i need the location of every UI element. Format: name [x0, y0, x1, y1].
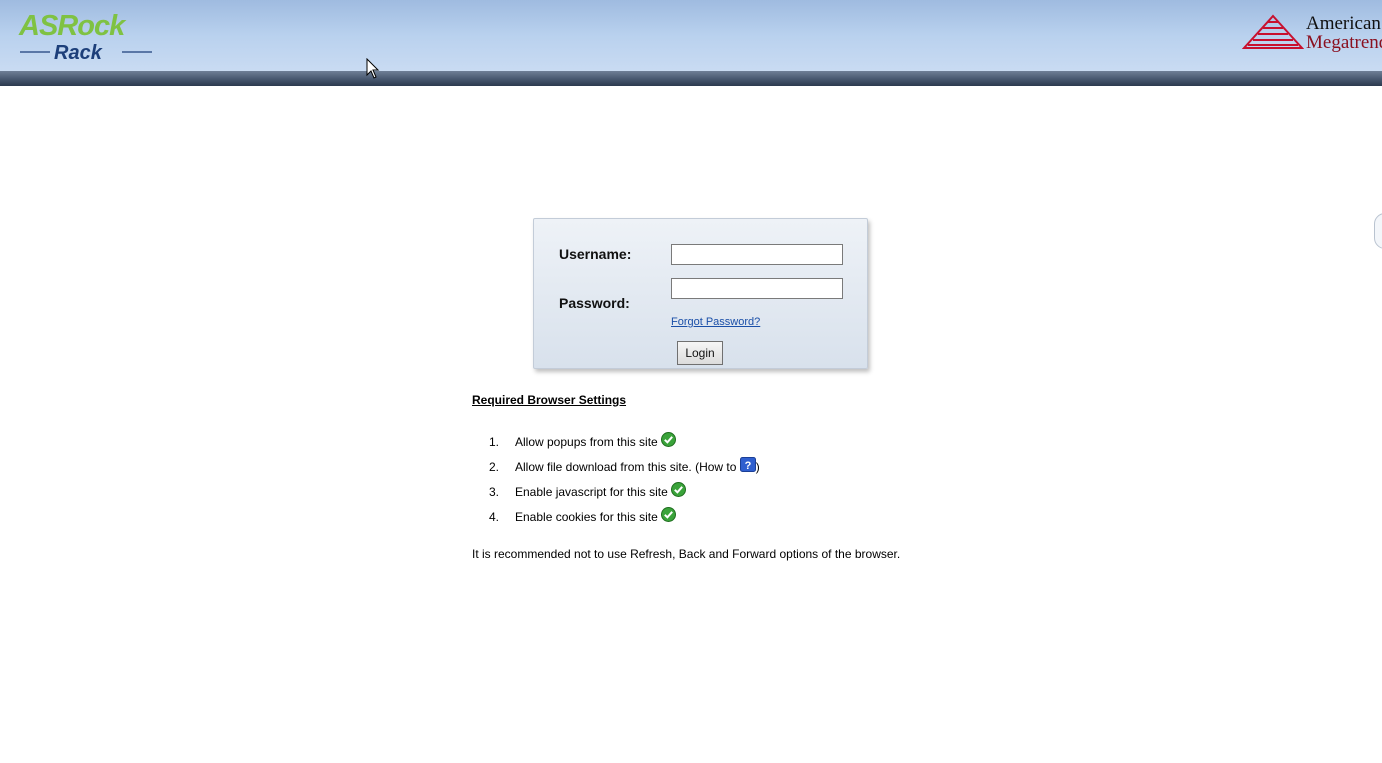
check-icon [671, 482, 687, 498]
required-settings-title: Required Browser Settings [472, 393, 627, 407]
svg-text:Rack: Rack [54, 42, 103, 64]
ami-logo-line1: American [1306, 14, 1381, 34]
header-banner: ASRock Rack American Megatrends [0, 0, 1382, 86]
mouse-cursor-icon [366, 57, 382, 80]
header-background [0, 0, 1382, 71]
forgot-password-link[interactable]: Forgot Password? [671, 316, 760, 328]
list-item-number: 4. [489, 510, 500, 524]
list-item-number: 1. [489, 435, 500, 449]
list-item: 2. Allow file download from this site. (… [472, 453, 972, 478]
list-item-number: 2. [489, 460, 500, 474]
requirements-list: 1. Allow popups from this site 2. Allow … [472, 428, 972, 528]
check-icon [661, 432, 677, 448]
list-item: 4. Enable cookies for this site [472, 503, 972, 528]
password-input[interactable] [671, 278, 843, 299]
header-strip [0, 71, 1382, 86]
list-item-suffix: ) [755, 460, 760, 474]
login-button[interactable]: Login [677, 341, 723, 365]
list-item-text: Allow popups from this site [515, 435, 658, 449]
svg-text:ASRock: ASRock [18, 10, 127, 42]
ami-logo-line2: Megatrends [1306, 32, 1382, 53]
username-label: Username: [559, 246, 632, 262]
login-panel: Username: Password: Forgot Password? Log… [533, 218, 868, 369]
list-item: 3. Enable javascript for this site [472, 478, 972, 503]
help-icon[interactable]: ? [739, 457, 756, 473]
list-item-text: Allow file download from this site. (How… [515, 460, 740, 474]
asrock-rack-logo: ASRock Rack [18, 8, 158, 66]
password-label: Password: [559, 295, 630, 311]
list-item-text: Enable javascript for this site [515, 485, 668, 499]
browser-recommendation-text: It is recommended not to use Refresh, Ba… [472, 547, 901, 561]
list-item: 1. Allow popups from this site [472, 428, 972, 453]
list-item-number: 3. [489, 485, 500, 499]
check-icon [661, 507, 677, 523]
list-item-text: Enable cookies for this site [515, 510, 658, 524]
username-input[interactable] [671, 244, 843, 265]
svg-text:?: ? [744, 460, 751, 472]
edge-scroll-widget[interactable] [1374, 213, 1382, 249]
american-megatrends-logo: American Megatrends [1242, 14, 1382, 56]
